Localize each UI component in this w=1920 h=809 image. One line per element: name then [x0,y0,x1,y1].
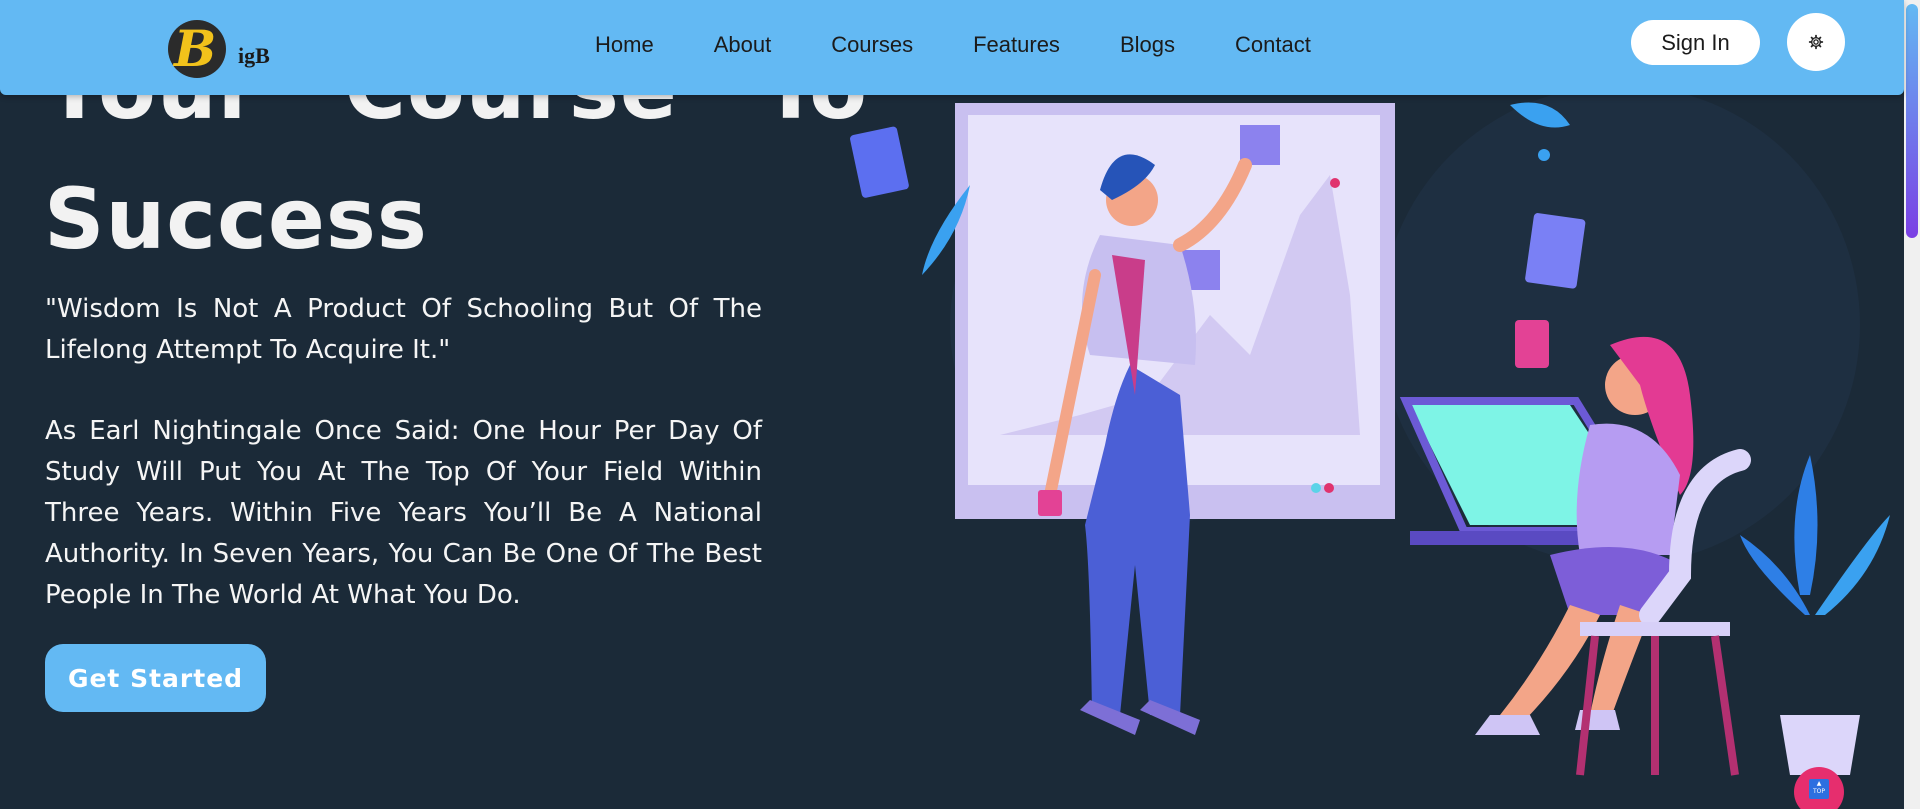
nav-links: Home About Courses Features Blogs Contac… [595,32,1371,58]
hero-illustration [850,95,1890,776]
nav-link-blogs[interactable]: Blogs [1120,32,1175,58]
navbar: B igB Home About Courses Features Blogs … [0,0,1904,95]
brand-logo[interactable]: B igB [168,20,270,78]
scrollbar-thumb[interactable] [1906,4,1918,238]
nav-link-features[interactable]: Features [973,32,1060,58]
back-to-top-button[interactable]: ▲ TOP [1794,767,1844,809]
logo-badge: B [168,20,226,78]
get-started-button[interactable]: Get Started [45,644,266,712]
nav-link-about[interactable]: About [714,32,772,58]
logo-letter: B [174,19,217,78]
settings-button[interactable] [1787,13,1845,71]
nav-link-courses[interactable]: Courses [831,32,913,58]
nav-link-home[interactable]: Home [595,32,654,58]
arrow-up-icon: ▲ TOP [1809,779,1829,799]
brand-name: igB [238,43,270,68]
nav-link-contact[interactable]: Contact [1235,32,1311,58]
hero-description: As Earl Nightingale Once Said: One Hour … [45,416,762,610]
gear-icon [1808,34,1824,50]
hero-title-line2: Success [44,170,428,268]
back-to-top-label: TOP [1812,788,1825,795]
hero-quote: "Wisdom Is Not A Product Of Schooling Bu… [45,294,762,365]
sign-in-button[interactable]: Sign In [1631,20,1760,65]
